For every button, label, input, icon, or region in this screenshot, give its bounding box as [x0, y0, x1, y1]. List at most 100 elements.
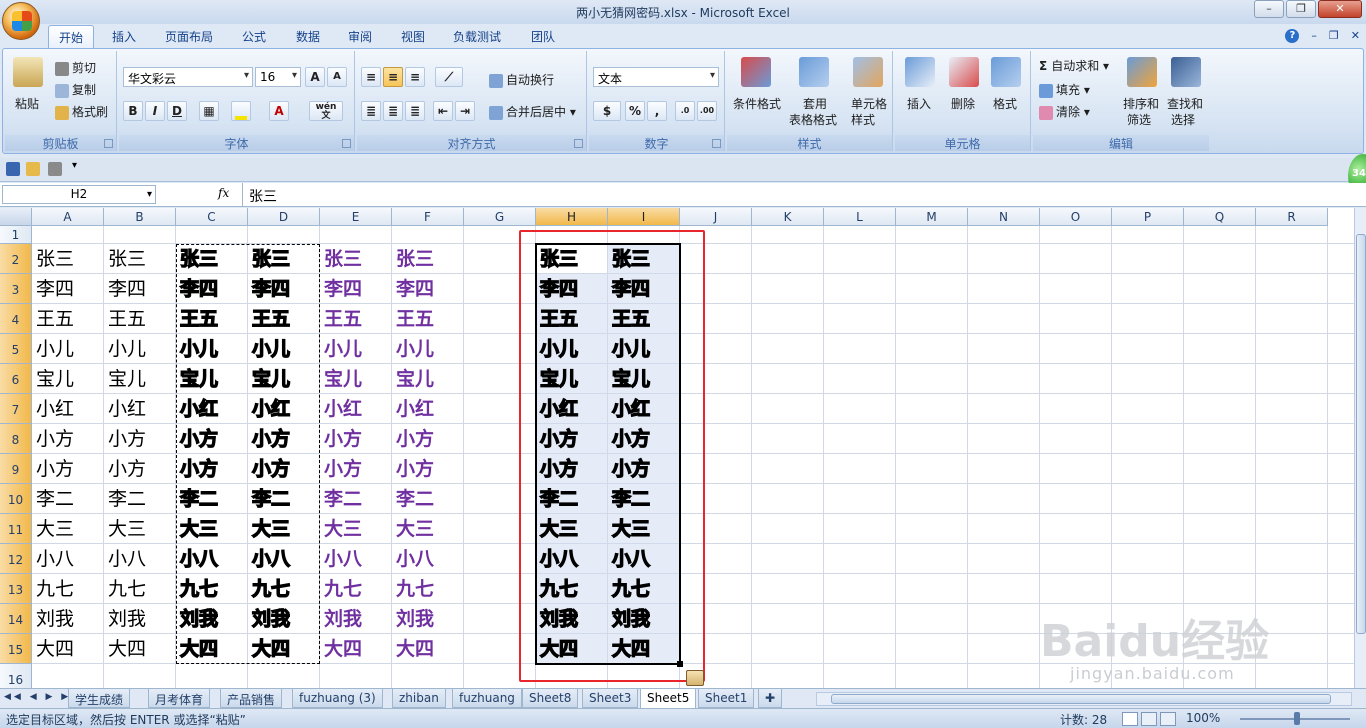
cell-f11[interactable]: 大三: [392, 514, 464, 544]
column-header-k[interactable]: K: [752, 208, 824, 226]
row-header-3[interactable]: 3: [0, 274, 32, 304]
cell-b9[interactable]: 小方: [104, 454, 176, 484]
increase-indent-button[interactable]: ⇥: [455, 101, 475, 121]
cell-f3[interactable]: 李四: [392, 274, 464, 304]
cell-e8[interactable]: 小方: [320, 424, 392, 454]
row-header-6[interactable]: 6: [0, 364, 32, 394]
cut-button[interactable]: 剪切: [55, 59, 96, 76]
merge-center-button[interactable]: 合并后居中 ▾: [489, 103, 576, 120]
cell-f7[interactable]: 小红: [392, 394, 464, 424]
align-middle-button[interactable]: ≡: [383, 67, 403, 87]
autosum-button[interactable]: Σ 自动求和 ▾: [1039, 57, 1109, 74]
cell-b11[interactable]: 大三: [104, 514, 176, 544]
cell-e13[interactable]: 九七: [320, 574, 392, 604]
row-header-9[interactable]: 9: [0, 454, 32, 484]
zoom-level[interactable]: 100%: [1186, 711, 1220, 725]
cell-b12[interactable]: 小八: [104, 544, 176, 574]
cell-a2[interactable]: 张三: [32, 244, 104, 274]
insert-function-icon[interactable]: fx: [218, 186, 229, 200]
cell-a10[interactable]: 李二: [32, 484, 104, 514]
cell-a9[interactable]: 小方: [32, 454, 104, 484]
grow-font-button[interactable]: A: [305, 67, 325, 87]
increase-decimal-button[interactable]: .0: [675, 101, 695, 121]
cell-a3[interactable]: 李四: [32, 274, 104, 304]
customize-qat-icon[interactable]: ▾: [72, 160, 77, 171]
font-color-button[interactable]: A: [269, 101, 289, 121]
normal-view-icon[interactable]: [1122, 712, 1138, 726]
column-header-r[interactable]: R: [1256, 208, 1328, 226]
cell-e2[interactable]: 张三: [320, 244, 392, 274]
tab-view[interactable]: 视图: [401, 28, 425, 45]
cell-b5[interactable]: 小儿: [104, 334, 176, 364]
column-header-h[interactable]: H: [536, 208, 608, 226]
clipboard-launcher-icon[interactable]: [104, 139, 113, 148]
sort-filter-button[interactable]: 排序和: [1123, 95, 1159, 112]
column-header-g[interactable]: G: [464, 208, 536, 226]
borders-button[interactable]: ▦: [199, 101, 219, 121]
cell-e6[interactable]: 宝儿: [320, 364, 392, 394]
find-select-button[interactable]: 查找和: [1167, 95, 1203, 112]
clear-button[interactable]: 清除 ▾: [1039, 103, 1090, 120]
tab-team[interactable]: 团队: [531, 28, 555, 45]
currency-button[interactable]: $: [593, 101, 621, 121]
tab-insert[interactable]: 插入: [112, 28, 136, 45]
cell-a4[interactable]: 王五: [32, 304, 104, 334]
tab-data[interactable]: 数据: [296, 28, 320, 45]
phonetic-button[interactable]: wén 文: [309, 101, 343, 121]
cell-a14[interactable]: 刘我: [32, 604, 104, 634]
cell-a11[interactable]: 大三: [32, 514, 104, 544]
font-size-select[interactable]: 16: [255, 67, 301, 87]
font-launcher-icon[interactable]: [342, 139, 351, 148]
cell-f9[interactable]: 小方: [392, 454, 464, 484]
sheet-tab[interactable]: fuzhuang (3): [292, 689, 383, 708]
shrink-font-button[interactable]: A: [327, 67, 347, 87]
column-header-p[interactable]: P: [1112, 208, 1184, 226]
fill-color-button[interactable]: [231, 101, 251, 121]
delete-cells-button[interactable]: 删除: [951, 95, 975, 112]
sheet-tab[interactable]: Sheet8: [522, 689, 579, 708]
vertical-scrollbar[interactable]: [1354, 208, 1366, 688]
cell-e10[interactable]: 李二: [320, 484, 392, 514]
cell-b6[interactable]: 宝儿: [104, 364, 176, 394]
cell-f5[interactable]: 小儿: [392, 334, 464, 364]
cell-styles-button[interactable]: 单元格: [851, 95, 887, 112]
fill-button[interactable]: 填充 ▾: [1039, 81, 1090, 98]
vertical-scroll-thumb[interactable]: [1356, 234, 1366, 634]
align-center-button[interactable]: ≣: [383, 101, 403, 121]
page-layout-view-icon[interactable]: [1141, 712, 1157, 726]
column-header-m[interactable]: M: [896, 208, 968, 226]
tab-page-layout[interactable]: 页面布局: [165, 28, 213, 45]
cell-e4[interactable]: 王五: [320, 304, 392, 334]
row-header-14[interactable]: 14: [0, 604, 32, 634]
cell-e15[interactable]: 大四: [320, 634, 392, 664]
cell-f10[interactable]: 李二: [392, 484, 464, 514]
cell-f15[interactable]: 大四: [392, 634, 464, 664]
cell-b2[interactable]: 张三: [104, 244, 176, 274]
column-header-j[interactable]: J: [680, 208, 752, 226]
cell-e12[interactable]: 小八: [320, 544, 392, 574]
insert-cells-button[interactable]: 插入: [907, 95, 931, 112]
cell-e5[interactable]: 小儿: [320, 334, 392, 364]
row-header-7[interactable]: 7: [0, 394, 32, 424]
align-top-button[interactable]: ≡: [361, 67, 381, 87]
format-painter-button[interactable]: 格式刷: [55, 103, 108, 120]
cell-e14[interactable]: 刘我: [320, 604, 392, 634]
column-header-i[interactable]: I: [608, 208, 680, 226]
cell-f2[interactable]: 张三: [392, 244, 464, 274]
sheet-tab[interactable]: 产品销售: [220, 689, 283, 708]
cell-f4[interactable]: 王五: [392, 304, 464, 334]
cell-b4[interactable]: 王五: [104, 304, 176, 334]
cell-e3[interactable]: 李四: [320, 274, 392, 304]
page-break-view-icon[interactable]: [1160, 712, 1176, 726]
restore-button[interactable]: ❐: [1286, 0, 1316, 18]
cell-b14[interactable]: 刘我: [104, 604, 176, 634]
sheet-tab[interactable]: 学生成绩: [68, 689, 131, 708]
insert-sheet-icon[interactable]: ✚: [758, 689, 783, 708]
select-all-corner[interactable]: [0, 208, 32, 226]
cell-e9[interactable]: 小方: [320, 454, 392, 484]
zoom-slider-knob[interactable]: [1294, 712, 1300, 725]
cell-f6[interactable]: 宝儿: [392, 364, 464, 394]
sheet-tab[interactable]: zhiban: [392, 689, 446, 708]
cell-a8[interactable]: 小方: [32, 424, 104, 454]
cell-a5[interactable]: 小儿: [32, 334, 104, 364]
